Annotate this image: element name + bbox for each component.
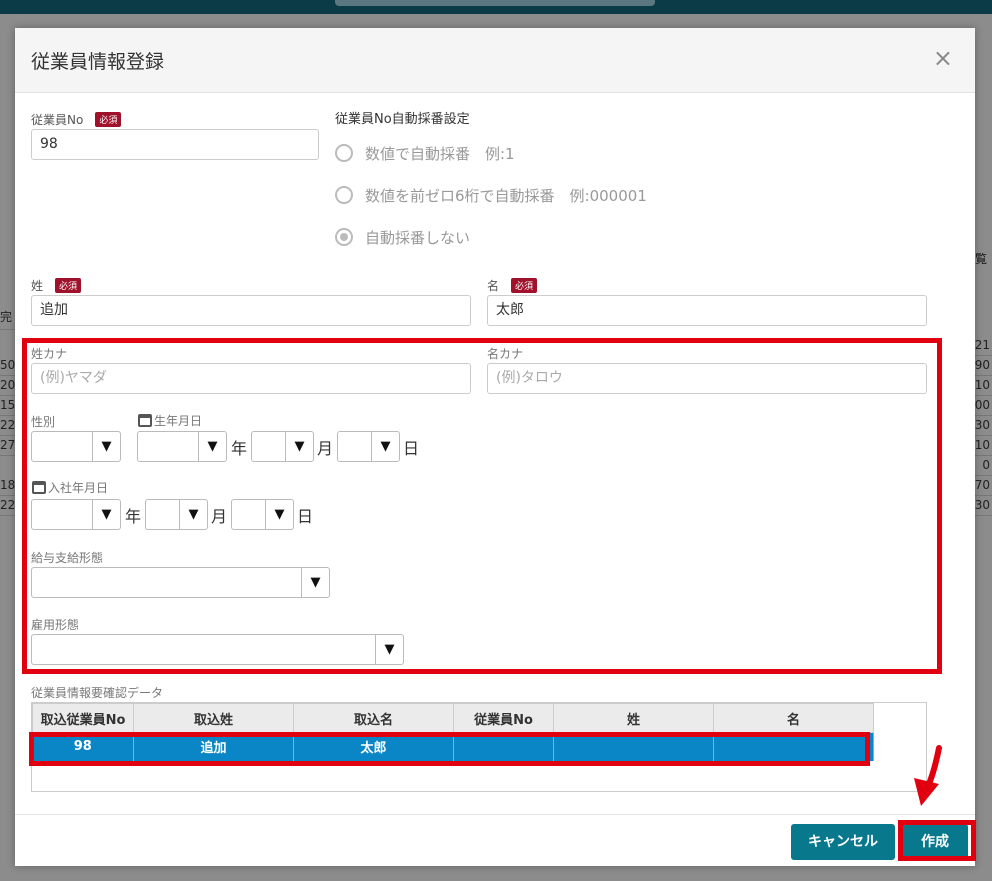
chevron-down-icon[interactable]: ▼ (198, 432, 226, 461)
pay-type-label: 給与支給形態 (31, 551, 104, 565)
first-name-kana-input[interactable]: (例)タロウ (487, 363, 927, 394)
top-bar (0, 0, 992, 14)
chevron-down-icon[interactable]: ▼ (371, 432, 399, 461)
last-name-kana-input[interactable]: (例)ヤマダ (31, 363, 471, 394)
employee-no-label: 従業員No 必須 (31, 111, 122, 128)
radio-label: 自動採番しない (365, 229, 471, 247)
radio-zero-padded-number[interactable]: 数値を前ゼロ6桁で自動採番 例:000001 (335, 185, 647, 207)
background-cell: 50 (0, 358, 15, 376)
radio-label: 数値を前ゼロ6桁で自動採番 例:000001 (365, 187, 647, 205)
hire-year-select[interactable]: ▼ (31, 499, 121, 530)
column-header[interactable]: 取込姓 (133, 703, 294, 733)
chevron-down-icon[interactable]: ▼ (301, 568, 329, 597)
chevron-down-icon[interactable]: ▼ (285, 432, 313, 461)
required-badge: 必須 (95, 112, 122, 127)
birth-date-label: 生年月日 (138, 412, 202, 429)
radio-circle-checked[interactable] (335, 228, 353, 246)
birth-year-select[interactable]: ▼ (137, 431, 227, 462)
hire-date-label-text: 入社年月日 (48, 481, 109, 495)
background-cell: 27 (0, 438, 15, 456)
table-cell[interactable]: 98 (32, 732, 134, 761)
month-unit: 月 (317, 439, 334, 458)
background-cell: 22 (0, 418, 15, 436)
first-name-label-text: 名 (487, 279, 500, 293)
gender-label: 性別 (31, 415, 56, 429)
last-name-label-text: 姓 (31, 279, 44, 293)
calendar-icon (138, 414, 152, 427)
chevron-down-icon[interactable]: ▼ (265, 500, 293, 529)
employee-registration-dialog: 従業員情報登録 × 従業員No 必須 98 従業員No自動採番設定 数値で自動採番… (15, 28, 976, 866)
employee-no-label-text: 従業員No (31, 113, 84, 127)
gender-select[interactable]: ▼ (31, 431, 121, 462)
create-button[interactable]: 作成 (902, 824, 968, 860)
pay-type-select[interactable]: ▼ (31, 567, 330, 598)
calendar-icon (32, 481, 46, 494)
radio-label: 数値で自動採番 例:1 (365, 145, 515, 163)
dialog-title: 従業員情報登録 (31, 51, 165, 73)
employment-type-label: 雇用形態 (31, 618, 80, 632)
employee-no-input[interactable]: 98 (31, 129, 319, 160)
background-cell: 20 (0, 378, 15, 396)
confirm-table: 取込従業員No 取込姓 取込名 従業員No 姓 名 98 追加 太郎 (32, 703, 874, 761)
column-header[interactable]: 取込従業員No (32, 703, 134, 733)
birth-month-select[interactable]: ▼ (251, 431, 314, 462)
background-cell: 18 (0, 478, 15, 496)
confirm-table-title: 従業員情報要確認データ (31, 686, 164, 700)
column-header[interactable]: 姓 (553, 703, 714, 733)
table-row[interactable]: 98 追加 太郎 (32, 732, 874, 761)
day-unit: 日 (297, 507, 314, 526)
first-name-kana-label: 名カナ (487, 347, 524, 361)
chevron-down-icon[interactable]: ▼ (375, 635, 403, 664)
required-badge: 必須 (55, 278, 82, 293)
month-unit: 月 (211, 507, 228, 526)
last-name-label: 姓必須 (31, 277, 82, 294)
radio-auto-number[interactable]: 数値で自動採番 例:1 (335, 143, 515, 165)
required-badge: 必須 (511, 278, 538, 293)
year-unit: 年 (231, 439, 248, 458)
close-icon[interactable]: × (933, 46, 953, 70)
table-cell[interactable]: 太郎 (293, 732, 454, 761)
dialog-footer: キャンセル 作成 (15, 814, 975, 866)
table-cell[interactable] (713, 732, 874, 761)
employment-type-select[interactable]: ▼ (31, 634, 404, 665)
first-name-label: 名必須 (487, 277, 538, 294)
table-cell[interactable] (453, 732, 554, 761)
last-name-input[interactable]: 追加 (31, 295, 471, 326)
table-header-row: 取込従業員No 取込姓 取込名 従業員No 姓 名 (32, 703, 874, 733)
dialog-header: 従業員情報登録 × (15, 28, 975, 93)
background-cell: 15 (0, 398, 15, 416)
annotation-arrow-icon (914, 745, 942, 806)
background-heading-left: 完 (0, 308, 15, 330)
column-header[interactable]: 名 (713, 703, 874, 733)
birth-day-select[interactable]: ▼ (337, 431, 400, 462)
cancel-button[interactable]: キャンセル (791, 824, 895, 860)
last-name-kana-label: 姓カナ (31, 347, 68, 361)
birth-date-label-text: 生年月日 (154, 414, 203, 428)
top-search-bar[interactable] (335, 0, 655, 6)
column-header[interactable]: 従業員No (453, 703, 554, 733)
table-cell[interactable]: 追加 (133, 732, 294, 761)
hire-month-select[interactable]: ▼ (145, 499, 208, 530)
chevron-down-icon[interactable]: ▼ (92, 500, 120, 529)
table-cell[interactable] (553, 732, 714, 761)
chevron-down-icon[interactable]: ▼ (92, 432, 120, 461)
hire-date-label: 入社年月日 (32, 479, 108, 496)
column-header[interactable]: 取込名 (293, 703, 454, 733)
confirm-table-container: 取込従業員No 取込姓 取込名 従業員No 姓 名 98 追加 太郎 (31, 702, 927, 792)
year-unit: 年 (125, 507, 142, 526)
background-heading-fragment: 覧 (975, 252, 988, 266)
radio-no-auto-number[interactable]: 自動採番しない (335, 227, 470, 249)
radio-circle[interactable] (335, 186, 353, 204)
first-name-input[interactable]: 太郎 (487, 295, 927, 326)
radio-circle[interactable] (335, 144, 353, 162)
auto-numbering-title: 従業員No自動採番設定 (335, 112, 470, 127)
day-unit: 日 (403, 439, 420, 458)
hire-day-select[interactable]: ▼ (231, 499, 294, 530)
background-cell: 22 (0, 498, 15, 516)
chevron-down-icon[interactable]: ▼ (179, 500, 207, 529)
